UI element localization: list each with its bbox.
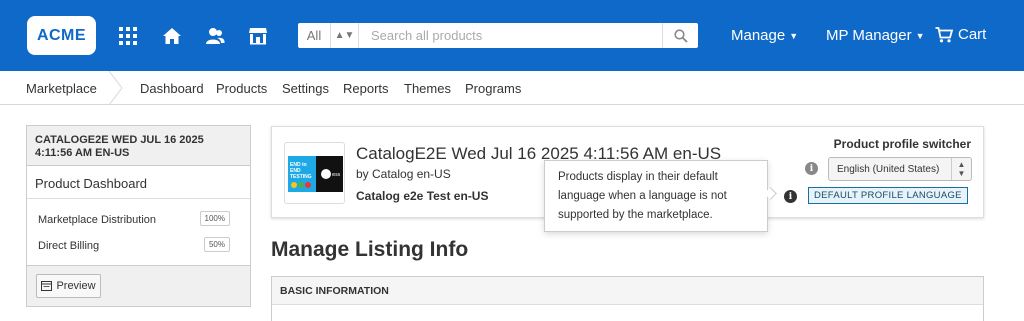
- search-scope-select[interactable]: All: [298, 23, 331, 48]
- default-profile-language-badge: DEFAULT PROFILE LANGUAGE: [808, 187, 968, 204]
- nav-settings[interactable]: Settings: [282, 81, 329, 96]
- search-button[interactable]: [662, 23, 698, 48]
- mp-manager-menu[interactable]: MP Manager ▼: [826, 27, 925, 44]
- breadcrumb-separator-icon: [108, 71, 123, 105]
- thumbnail-dark-panel: ess: [316, 156, 343, 192]
- sidebar-footer: Preview: [27, 265, 250, 306]
- scope-updown-icon[interactable]: ▲▼: [331, 23, 359, 48]
- nav-reports[interactable]: Reports: [343, 81, 389, 96]
- language-select[interactable]: English (United States) ▲ ▼: [828, 157, 972, 181]
- preview-button[interactable]: Preview: [36, 274, 101, 298]
- info-icon[interactable]: i: [805, 162, 818, 175]
- product-sidebar: CATALOGE2E WED JUL 16 2025 4:11:56 AM EN…: [26, 125, 251, 307]
- product-subtitle: Catalog e2e Test en-US: [356, 189, 489, 203]
- cypress-logo-icon: ess: [321, 169, 341, 179]
- search-icon: [673, 28, 688, 43]
- manage-menu-label: Manage: [731, 27, 786, 44]
- search-bar: All ▲▼: [298, 23, 698, 48]
- apps-grid-icon[interactable]: [118, 26, 138, 46]
- nav-themes[interactable]: Themes: [404, 81, 451, 96]
- nav-products[interactable]: Products: [216, 81, 267, 96]
- tooltip-text: Products display in their default langua…: [558, 171, 727, 221]
- sidebar-row-label: Direct Billing: [38, 240, 100, 252]
- sidebar-row-label: Marketplace Distribution: [38, 214, 156, 226]
- thumbnail-graphic: END to END TESTING ess: [288, 156, 343, 192]
- product-vendor: by Catalog en-US: [356, 167, 451, 181]
- svg-text:ess: ess: [332, 172, 341, 178]
- percent-badge: 50%: [203, 237, 230, 252]
- info-tooltip: Products display in their default langua…: [544, 160, 768, 232]
- cart-link[interactable]: Cart: [935, 26, 986, 43]
- breadcrumb-marketplace[interactable]: Marketplace: [26, 81, 97, 96]
- users-icon[interactable]: [205, 26, 225, 46]
- language-select-value: English (United States): [837, 164, 940, 175]
- info-icon[interactable]: i: [784, 190, 797, 203]
- preview-label: Preview: [56, 280, 96, 292]
- status-dots-icon: [291, 182, 311, 188]
- manage-menu[interactable]: Manage ▼: [731, 27, 798, 44]
- select-updown-icon: ▲ ▼: [951, 158, 971, 180]
- nav-dashboard[interactable]: Dashboard: [140, 81, 204, 96]
- sidebar-row-marketplace-distribution[interactable]: Marketplace Distribution 100%: [27, 206, 250, 232]
- caret-down-icon: ▼: [915, 30, 925, 41]
- mp-manager-menu-label: MP Manager: [826, 27, 912, 44]
- thumbnail-text: END to END TESTING: [290, 162, 312, 180]
- storefront-icon[interactable]: [248, 26, 268, 46]
- cart-label: Cart: [958, 26, 987, 43]
- catalog-heading: CATALOGE2E WED JUL 16 2025 4:11:56 AM EN…: [27, 126, 250, 166]
- search-input[interactable]: [359, 23, 662, 48]
- product-dashboard-link[interactable]: Product Dashboard: [27, 166, 250, 199]
- acme-logo[interactable]: ACME: [27, 16, 96, 55]
- secondary-navigation: Marketplace Dashboard Products Settings …: [0, 71, 1024, 105]
- cart-icon: [935, 26, 953, 42]
- percent-badge: 100%: [199, 211, 230, 226]
- top-navigation-bar: ACME All ▲▼ Ma: [0, 0, 1024, 71]
- product-thumbnail[interactable]: END to END TESTING ess: [284, 142, 345, 204]
- page-section-title: Manage Listing Info: [271, 238, 469, 261]
- basic-information-heading: BASIC INFORMATION: [272, 277, 983, 305]
- caret-down-icon: ▼: [789, 30, 799, 41]
- profile-switcher-title: Product profile switcher: [833, 137, 971, 151]
- home-icon[interactable]: [162, 26, 182, 46]
- basic-information-panel: BASIC INFORMATION: [271, 276, 984, 321]
- nav-programs[interactable]: Programs: [465, 81, 521, 96]
- sidebar-row-direct-billing[interactable]: Direct Billing 50%: [27, 232, 250, 258]
- preview-icon: [41, 281, 53, 291]
